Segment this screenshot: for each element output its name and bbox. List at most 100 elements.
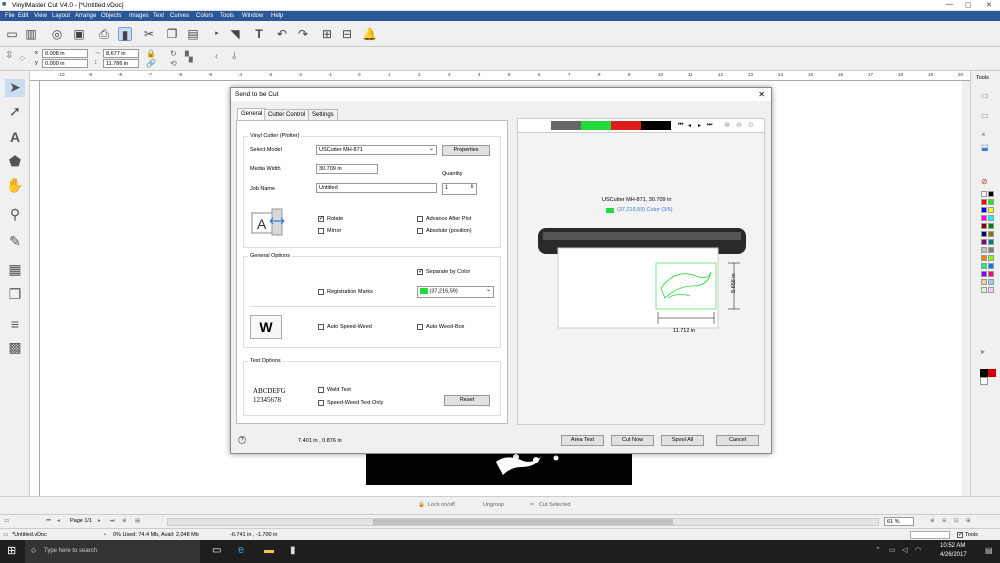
group-icon[interactable]: ⊞ xyxy=(320,27,334,41)
notification-icon[interactable]: 🔔 xyxy=(362,27,377,41)
mirror-checkbox[interactable] xyxy=(318,228,324,234)
windows-start-icon[interactable]: ⊞ xyxy=(7,544,16,557)
palette-swatch[interactable] xyxy=(981,215,987,221)
menu-colors[interactable]: Colors xyxy=(196,13,213,19)
link-icon[interactable]: 🔗 xyxy=(146,59,156,68)
hand-tool-icon[interactable]: ✋ xyxy=(5,177,25,195)
maximize-icon[interactable]: ▢ xyxy=(965,1,972,9)
panel-button-2-icon[interactable]: ▭ xyxy=(981,111,989,120)
prev-page-icon[interactable]: ◂ xyxy=(57,518,60,524)
next-page-icon[interactable]: ▸ xyxy=(98,518,101,524)
menu-edit[interactable]: Edit xyxy=(18,13,28,19)
move-handle-icon[interactable]: ⇳ xyxy=(5,50,13,61)
advance-after-plot-checkbox[interactable] xyxy=(417,216,423,222)
height-input[interactable]: 11.786 in xyxy=(103,59,139,68)
panel-button-3-icon[interactable]: ⚹ xyxy=(981,129,986,139)
rotate-checkbox[interactable]: ✓ xyxy=(318,216,324,222)
save-icon[interactable]: ▣ xyxy=(72,27,86,41)
last-page-icon[interactable]: ⏭ xyxy=(110,518,115,525)
palette-swatch[interactable] xyxy=(981,191,987,197)
palette-swatch[interactable] xyxy=(988,199,994,205)
area-test-button[interactable]: Area Test xyxy=(561,435,604,446)
cut-icon[interactable]: ✂ xyxy=(142,27,156,41)
select-model-dropdown[interactable]: USCutter MH-871 ⌄ xyxy=(316,145,437,155)
job-name-input[interactable]: Untitled xyxy=(316,183,437,193)
new-file-icon[interactable]: ▭ xyxy=(5,27,19,41)
palette-swatch[interactable] xyxy=(981,271,987,277)
palette-swatch[interactable] xyxy=(988,207,994,213)
cancel-button[interactable]: Cancel xyxy=(716,435,759,446)
menu-window[interactable]: Window xyxy=(242,13,263,19)
absolute-position-checkbox[interactable] xyxy=(417,228,423,234)
layers-tool-icon[interactable]: ❒ xyxy=(5,286,25,304)
palette-swatch[interactable] xyxy=(981,239,987,245)
last-color-icon[interactable]: ⏭ xyxy=(707,122,712,129)
menu-curves[interactable]: Curves xyxy=(170,13,189,19)
scroll-left-icon[interactable]: ‹ xyxy=(215,51,218,62)
palette-swatch[interactable] xyxy=(981,279,987,285)
image-tool-icon[interactable]: ▦ xyxy=(5,261,25,279)
bg-swatch[interactable] xyxy=(980,377,988,385)
horizontal-scrollbar[interactable] xyxy=(167,518,879,526)
redo-icon[interactable]: ↷ xyxy=(296,27,310,41)
weed-icon[interactable]: ◥ xyxy=(228,27,242,41)
palette-swatch[interactable] xyxy=(988,215,994,221)
ungroup-icon[interactable]: ⊟ xyxy=(340,27,354,41)
undo-icon[interactable]: ↶ xyxy=(275,27,289,41)
dialog-close-icon[interactable]: ✕ xyxy=(758,90,765,99)
auto-weed-box-checkbox[interactable] xyxy=(417,324,423,330)
arrow-right-icon[interactable]: ▸ xyxy=(210,27,224,41)
clock-time[interactable]: 10:52 AM xyxy=(940,543,965,549)
menu-file[interactable]: File xyxy=(5,13,15,19)
palette-swatch[interactable] xyxy=(988,287,994,293)
reset-icon[interactable]: ⟲ xyxy=(170,59,177,68)
page-options-icon[interactable]: ▤ xyxy=(135,518,140,524)
no-color-icon[interactable]: ⊘ xyxy=(981,177,988,186)
paste-icon[interactable]: ▤ xyxy=(186,27,200,41)
artwork-preview[interactable] xyxy=(366,452,632,485)
spool-all-button[interactable]: Spool All xyxy=(661,435,704,446)
zoom-in-icon[interactable]: ⊕ xyxy=(930,518,935,524)
menu-help[interactable]: Help xyxy=(271,13,283,19)
file-explorer-icon[interactable]: ▬ xyxy=(264,545,274,556)
tab-general[interactable]: General xyxy=(237,108,267,120)
palette-swatch[interactable] xyxy=(981,231,987,237)
palette-swatch[interactable] xyxy=(981,287,987,293)
palette-swatch[interactable] xyxy=(988,271,994,277)
action-center-icon[interactable]: ▤ xyxy=(985,546,993,555)
lock-toggle-button[interactable]: Lock on/off xyxy=(428,502,455,508)
pen-tool-icon[interactable]: ✎ xyxy=(5,233,25,251)
separate-by-color-checkbox[interactable]: ✓ xyxy=(417,269,423,275)
first-color-icon[interactable]: ⏮ xyxy=(678,122,683,129)
palette-menu-icon[interactable]: ▸ xyxy=(981,347,985,356)
color-tab-2[interactable] xyxy=(581,121,611,130)
menu-images[interactable]: Images xyxy=(129,13,149,19)
palette-swatch[interactable] xyxy=(988,255,994,261)
weld-text-checkbox[interactable] xyxy=(318,387,324,393)
palette-swatch[interactable] xyxy=(981,255,987,261)
node-edit-tool-icon[interactable]: ➚ xyxy=(5,103,25,121)
width-input[interactable]: 8.677 in xyxy=(103,49,139,58)
text-tool-icon[interactable]: T xyxy=(252,27,266,41)
color-tab-3[interactable] xyxy=(611,121,641,130)
panel-button-1-icon[interactable]: ▭ xyxy=(981,91,989,100)
speed-weed-text-checkbox[interactable] xyxy=(318,400,324,406)
tools-checkbox[interactable]: ✓ xyxy=(957,532,963,538)
palette-swatch[interactable] xyxy=(988,223,994,229)
grid-icon[interactable]: ⁘ xyxy=(18,54,26,65)
palette-swatch[interactable] xyxy=(981,247,987,253)
cut-selected-button[interactable]: Cut Selected xyxy=(539,502,571,508)
auto-speed-weed-checkbox[interactable] xyxy=(318,324,324,330)
next-color-icon[interactable]: ▸ xyxy=(698,122,701,129)
shape-tool-icon[interactable]: ⬟ xyxy=(5,153,25,171)
palette-swatch[interactable] xyxy=(981,199,987,205)
align-tool-icon[interactable]: ≡ xyxy=(5,316,25,334)
zoom-out-icon[interactable]: ⊖ xyxy=(942,518,947,524)
volume-icon[interactable]: ◁ xyxy=(902,546,907,554)
first-page-icon[interactable]: ⏮ xyxy=(46,518,51,525)
select-tool-icon[interactable]: ➤ xyxy=(5,79,25,97)
add-page-icon[interactable]: ⊕ xyxy=(122,518,127,524)
open-file-icon[interactable]: ▥ xyxy=(24,27,38,41)
rotate-icon[interactable]: ↻ xyxy=(170,49,177,58)
tray-arrow-icon[interactable]: ⌃ xyxy=(875,546,881,554)
